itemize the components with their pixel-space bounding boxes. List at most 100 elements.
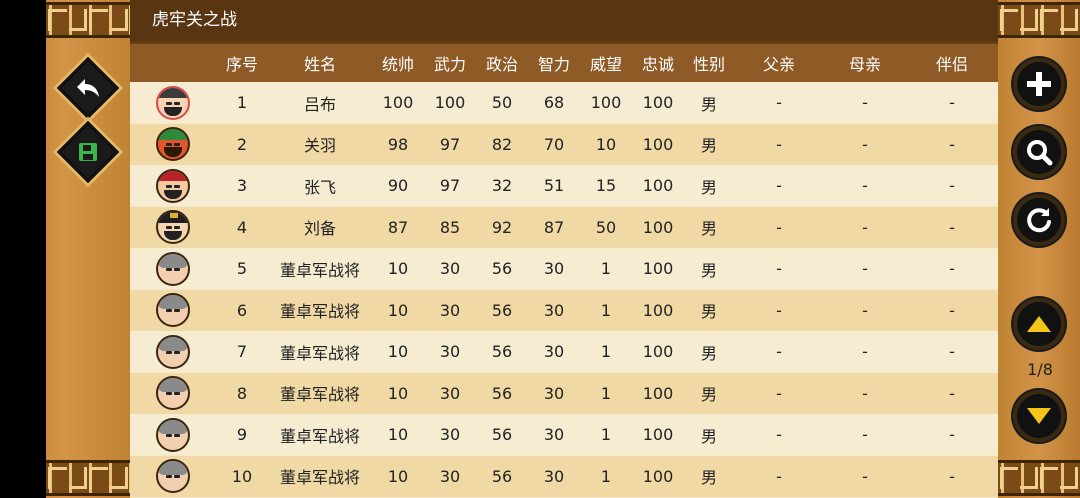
father-cell: - xyxy=(776,259,782,278)
int-cell: 30 xyxy=(543,300,565,320)
no-cell: 9 xyxy=(236,425,248,444)
loyalty-header[interactable]: 忠诚 xyxy=(633,44,683,82)
mother-cell: - xyxy=(862,93,868,112)
left-frame xyxy=(0,0,130,498)
loy-cell: 100 xyxy=(642,425,674,444)
plus-icon xyxy=(1027,72,1051,96)
name-cell: 董卓军战将 xyxy=(279,260,360,280)
pres-cell: 10 xyxy=(595,134,617,154)
guan-yu-portrait xyxy=(156,127,190,161)
mother-cell: - xyxy=(862,466,868,486)
refresh-button[interactable] xyxy=(1013,194,1065,246)
save-icon xyxy=(79,143,97,161)
zhang-fei-portrait xyxy=(156,168,190,203)
loy-cell: 100 xyxy=(642,383,674,403)
spouse-cell: - xyxy=(949,300,955,320)
father-cell: - xyxy=(776,425,782,444)
father-header[interactable]: 父亲 xyxy=(739,44,819,82)
avatar-cell xyxy=(143,414,203,455)
table-row[interactable]: 10 董卓军战将 10 30 56 30 1 100 男 - - - xyxy=(130,455,998,497)
avatar-cell xyxy=(143,165,203,206)
spouse-cell: - xyxy=(949,217,955,237)
lead-cell: 98 xyxy=(387,134,409,154)
father-cell: - xyxy=(776,217,782,237)
table-row[interactable]: 5 董卓军战将 10 30 56 30 1 100 男 - - - xyxy=(130,248,998,289)
war-cell: 97 xyxy=(439,134,461,154)
int-cell: 30 xyxy=(543,383,565,403)
sex-cell: 男 xyxy=(700,343,717,363)
page-up-button[interactable] xyxy=(1013,298,1065,350)
table-row[interactable]: 3 张飞 90 97 32 51 15 100 男 - - - xyxy=(130,165,998,206)
gender-header[interactable]: 性别 xyxy=(684,44,734,82)
avatar-cell xyxy=(143,456,203,497)
name-header[interactable]: 姓名 xyxy=(265,44,375,82)
force-header[interactable]: 武力 xyxy=(425,44,475,82)
no-cell: 2 xyxy=(236,134,248,154)
war-cell: 30 xyxy=(439,466,461,486)
lu-bu-portrait xyxy=(156,85,190,120)
int-cell: 30 xyxy=(543,342,565,361)
generic-general-portrait xyxy=(156,459,190,493)
generic-general-portrait xyxy=(156,417,190,452)
pres-cell: 1 xyxy=(600,259,612,278)
no-cell: 8 xyxy=(236,383,248,403)
father-cell: - xyxy=(776,466,782,486)
table-row[interactable]: 7 董卓军战将 10 30 56 30 1 100 男 - - - xyxy=(130,331,998,372)
loy-cell: 100 xyxy=(642,300,674,320)
war-cell: 30 xyxy=(439,300,461,320)
back-arrow-icon xyxy=(77,79,99,97)
loy-cell: 100 xyxy=(642,259,674,278)
name-cell: 董卓军战将 xyxy=(279,302,360,321)
loy-cell: 100 xyxy=(642,93,674,112)
int-cell: 70 xyxy=(543,134,565,154)
table-row[interactable]: 6 董卓军战将 10 30 56 30 1 100 男 - - - xyxy=(130,289,998,331)
serial-header[interactable]: 序号 xyxy=(217,44,267,82)
page-down-button[interactable] xyxy=(1013,390,1065,442)
add-button[interactable] xyxy=(1013,58,1065,110)
avatar-cell xyxy=(143,248,203,289)
pol-cell: 56 xyxy=(491,259,513,278)
pres-cell: 15 xyxy=(595,176,617,195)
spouse-header[interactable]: 伴侣 xyxy=(912,44,992,82)
lead-cell: 10 xyxy=(387,425,409,444)
arrow-up-icon xyxy=(1027,316,1051,332)
loy-cell: 100 xyxy=(642,176,674,195)
search-button[interactable] xyxy=(1013,126,1065,178)
generic-general-portrait xyxy=(156,293,190,327)
no-cell: 3 xyxy=(236,176,248,195)
table-row[interactable]: 8 董卓军战将 10 30 56 30 1 100 男 - - - xyxy=(130,372,998,414)
command-header[interactable]: 统帅 xyxy=(373,44,423,82)
father-cell: - xyxy=(776,134,782,154)
pres-cell: 1 xyxy=(600,425,612,444)
name-cell: 关羽 xyxy=(303,136,336,155)
meander-border-bottom-left xyxy=(46,460,130,496)
lead-cell: 100 xyxy=(382,93,414,112)
father-cell: - xyxy=(776,300,782,320)
lead-cell: 10 xyxy=(387,383,409,403)
war-cell: 100 xyxy=(434,93,466,112)
avatar-cell xyxy=(143,82,203,123)
loy-cell: 100 xyxy=(642,466,674,486)
pol-cell: 92 xyxy=(491,217,513,237)
intelligence-header[interactable]: 智力 xyxy=(529,44,579,82)
sex-cell: 男 xyxy=(700,136,717,155)
name-cell: 张飞 xyxy=(303,177,336,197)
table-row[interactable]: 9 董卓军战将 10 30 56 30 1 100 男 - - - xyxy=(130,414,998,455)
mother-header[interactable]: 母亲 xyxy=(825,44,905,82)
generic-general-portrait xyxy=(156,376,190,410)
father-cell: - xyxy=(776,176,782,195)
loy-cell: 100 xyxy=(642,134,674,154)
no-cell: 7 xyxy=(236,342,248,361)
table-row[interactable]: 1 吕布 100 100 50 68 100 100 男 - - - xyxy=(130,82,998,123)
politics-header[interactable]: 政治 xyxy=(477,44,527,82)
spouse-cell: - xyxy=(949,259,955,278)
no-cell: 1 xyxy=(236,93,248,112)
father-cell: - xyxy=(776,383,782,403)
spouse-cell: - xyxy=(949,176,955,195)
table-row[interactable]: 4 刘备 87 85 92 87 50 100 男 - - - xyxy=(130,206,998,248)
table-row[interactable]: 2 关羽 98 97 82 70 10 100 男 - - - xyxy=(130,123,998,165)
pres-cell: 1 xyxy=(600,300,612,320)
prestige-header[interactable]: 威望 xyxy=(581,44,631,82)
sex-cell: 男 xyxy=(700,177,717,197)
meander-border-top-right xyxy=(998,2,1080,38)
